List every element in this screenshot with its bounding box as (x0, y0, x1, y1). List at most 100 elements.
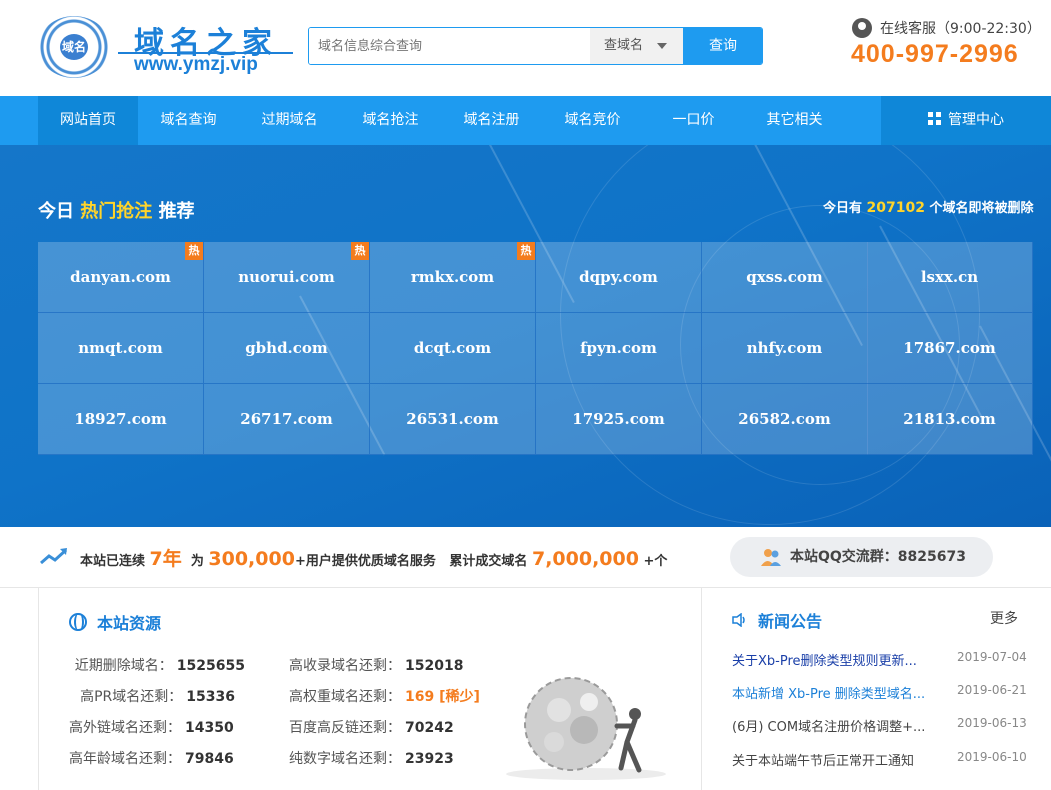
hot-domain-cell[interactable]: 21813.com (867, 384, 1033, 455)
hot-domain-cell[interactable]: nhfy.com (702, 313, 868, 384)
users-icon (761, 549, 781, 566)
search-button[interactable]: 查询 (683, 28, 762, 64)
search-type-select[interactable]: 查域名 (590, 28, 683, 64)
nav-item-auction[interactable]: 域名竞价 (542, 96, 643, 145)
news-item-title[interactable]: 关于本站端午节后正常开工通知 (732, 750, 950, 769)
grid-icon (928, 112, 941, 125)
hot-domain-name: 21813.com (903, 410, 996, 428)
hot-domain-cell[interactable]: 26531.com (370, 384, 536, 455)
qq-group-label: 本站QQ交流群：8825673 (790, 549, 966, 565)
resource-value: 15336 (186, 689, 235, 705)
hot-domain-grid: danyan.com 热 nuorui.com 热 rmkx.com 热 dqpy.com q… (38, 242, 1033, 455)
trend-chart-icon (40, 548, 68, 565)
resource-value: 70242 (405, 720, 454, 736)
nav-item-domain-query[interactable]: 域名查询 (138, 96, 239, 145)
hot-title-pre: 今日 (38, 201, 74, 222)
news-item-title[interactable]: 关于Xb-Pre删除类型规则更新... (732, 650, 950, 669)
resource-label: 近期删除域名： (74, 658, 173, 674)
resource-value: 79846 (185, 751, 234, 767)
hot-domain-cell[interactable]: dcqt.com (370, 313, 536, 384)
admin-center-label: 管理中心 (948, 112, 1004, 128)
news-item-title[interactable]: (6月) COM域名注册价格调整+... (732, 716, 950, 735)
chevron-down-icon (657, 43, 667, 49)
logo-url[interactable]: www.ymzj.vip (134, 54, 258, 76)
today-note-pre: 今日有 (823, 201, 863, 216)
hot-title-highlight: 热门抢注 (80, 201, 153, 222)
stats-years: 7年 (149, 548, 182, 570)
news-item[interactable]: (6月) COM域名注册价格调整+... 2019-06-13 (732, 716, 1027, 735)
nav-item-others[interactable]: 其它相关 (744, 96, 845, 145)
hot-domain-cell[interactable]: qxss.com (702, 242, 868, 313)
stats-part: 本站已连续 (80, 554, 146, 569)
nav-item-expired[interactable]: 过期域名 (239, 96, 340, 145)
resource-label: 高权重域名还剩： (289, 689, 401, 705)
resource-label: 高收录域名还剩： (289, 658, 401, 674)
resource-stat[interactable]: 高PR域名还剩： 15336 (80, 686, 235, 706)
resource-stat[interactable]: 近期删除域名： 1525655 (75, 655, 245, 675)
hot-domain-cell[interactable]: 18927.com (38, 384, 204, 455)
hot-domain-name: nmqt.com (78, 339, 163, 357)
hot-domain-cell[interactable]: dqpy.com (536, 242, 702, 313)
hot-domain-name: 26717.com (240, 410, 333, 428)
hot-domain-cell[interactable]: 17867.com (867, 313, 1033, 384)
search-input[interactable] (309, 28, 590, 64)
resource-value: 1525655 (176, 658, 245, 674)
hot-domain-cell[interactable]: 17925.com (536, 384, 702, 455)
resource-stat[interactable]: 高权重域名还剩： 169 [稀少] (289, 686, 480, 706)
hot-domain-cell[interactable]: nuorui.com 热 (204, 242, 370, 313)
hot-domain-cell[interactable]: rmkx.com 热 (370, 242, 536, 313)
hot-domain-name: 26582.com (738, 410, 831, 428)
pushing-sphere-illustration (506, 677, 666, 780)
hot-title: 今日 热门抢注 推荐 (38, 197, 195, 223)
news-item[interactable]: 关于本站端午节后正常开工通知 2019-06-10 (732, 750, 1027, 769)
resource-label: 高年龄域名还剩： (69, 751, 181, 767)
news-item-date: 2019-06-10 (957, 750, 1027, 764)
news-item-title[interactable]: 本站新增 Xb-Pre 删除类型域名... (732, 683, 950, 702)
resource-stat[interactable]: 高收录域名还剩： 152018 (289, 655, 463, 675)
hot-badge: 热 (351, 242, 369, 260)
nav-item-home[interactable]: 网站首页 (38, 96, 138, 145)
hot-domain-cell[interactable]: lsxx.cn (867, 242, 1033, 313)
hot-domain-cell[interactable]: danyan.com 热 (38, 242, 204, 313)
resource-value: 169 [稀少] (405, 689, 480, 705)
hot-domain-name: nhfy.com (746, 339, 823, 357)
hot-domain-name: nuorui.com (238, 268, 335, 286)
hot-domain-cell[interactable]: gbhd.com (204, 313, 370, 384)
resource-stat[interactable]: 纯数字域名还剩： 23923 (289, 748, 454, 768)
news-item-date: 2019-06-13 (957, 716, 1027, 730)
hot-domain-name: lsxx.cn (920, 268, 979, 286)
hot-domain-cell[interactable]: fpyn.com (536, 313, 702, 384)
news-item[interactable]: 本站新增 Xb-Pre 删除类型域名... 2019-06-21 (732, 683, 1027, 702)
search-type-value: 查域名 (604, 38, 644, 53)
logo-emblem-icon[interactable]: 域名 (38, 16, 110, 78)
qq-group-badge[interactable]: 本站QQ交流群：8825673 (730, 537, 993, 577)
news-title: 新闻公告 (758, 612, 823, 631)
nav-item-backorder[interactable]: 域名抢注 (340, 96, 441, 145)
hot-domain-cell[interactable]: 26582.com (702, 384, 868, 455)
news-more-link[interactable]: 更多 (990, 608, 1018, 628)
news-header: 新闻公告 (732, 608, 822, 632)
nav-item-fixed-price[interactable]: 一口价 (643, 96, 744, 145)
hot-badge: 热 (517, 242, 535, 260)
today-note-post: 个域名即将被删除 (929, 201, 1034, 216)
nav-item-register[interactable]: 域名注册 (441, 96, 542, 145)
hot-domain-cell[interactable]: 26717.com (204, 384, 370, 455)
hot-domain-name: danyan.com (70, 268, 171, 286)
resource-stat[interactable]: 百度高反链还剩： 70242 (289, 717, 454, 737)
hot-domain-cell[interactable]: nmqt.com (38, 313, 204, 384)
resource-value: 23923 (405, 751, 454, 767)
hot-domain-name: dcqt.com (413, 339, 492, 357)
stats-part: 为 (190, 554, 204, 569)
news-item-date: 2019-07-04 (957, 650, 1027, 664)
admin-center-button[interactable]: 管理中心 (881, 96, 1051, 145)
news-item[interactable]: 关于Xb-Pre删除类型规则更新... 2019-07-04 (732, 650, 1027, 669)
resource-stat[interactable]: 高年龄域名还剩： 79846 (69, 748, 234, 768)
today-delete-count: 207102 (866, 200, 925, 216)
stats-part: +个 (643, 554, 668, 569)
globe-icon (69, 613, 87, 631)
customer-service-label: 在线客服（9:00-22:30） (880, 21, 1041, 37)
resource-stat[interactable]: 高外链域名还剩： 14350 (69, 717, 234, 737)
customer-service[interactable]: 在线客服（9:00-22:30） (852, 18, 1041, 38)
hot-domain-name: qxss.com (746, 268, 823, 286)
resources-panel: 本站资源 近期删除域名： 1525655 高收录域名还剩： 152018 高PR域名… (38, 588, 702, 790)
